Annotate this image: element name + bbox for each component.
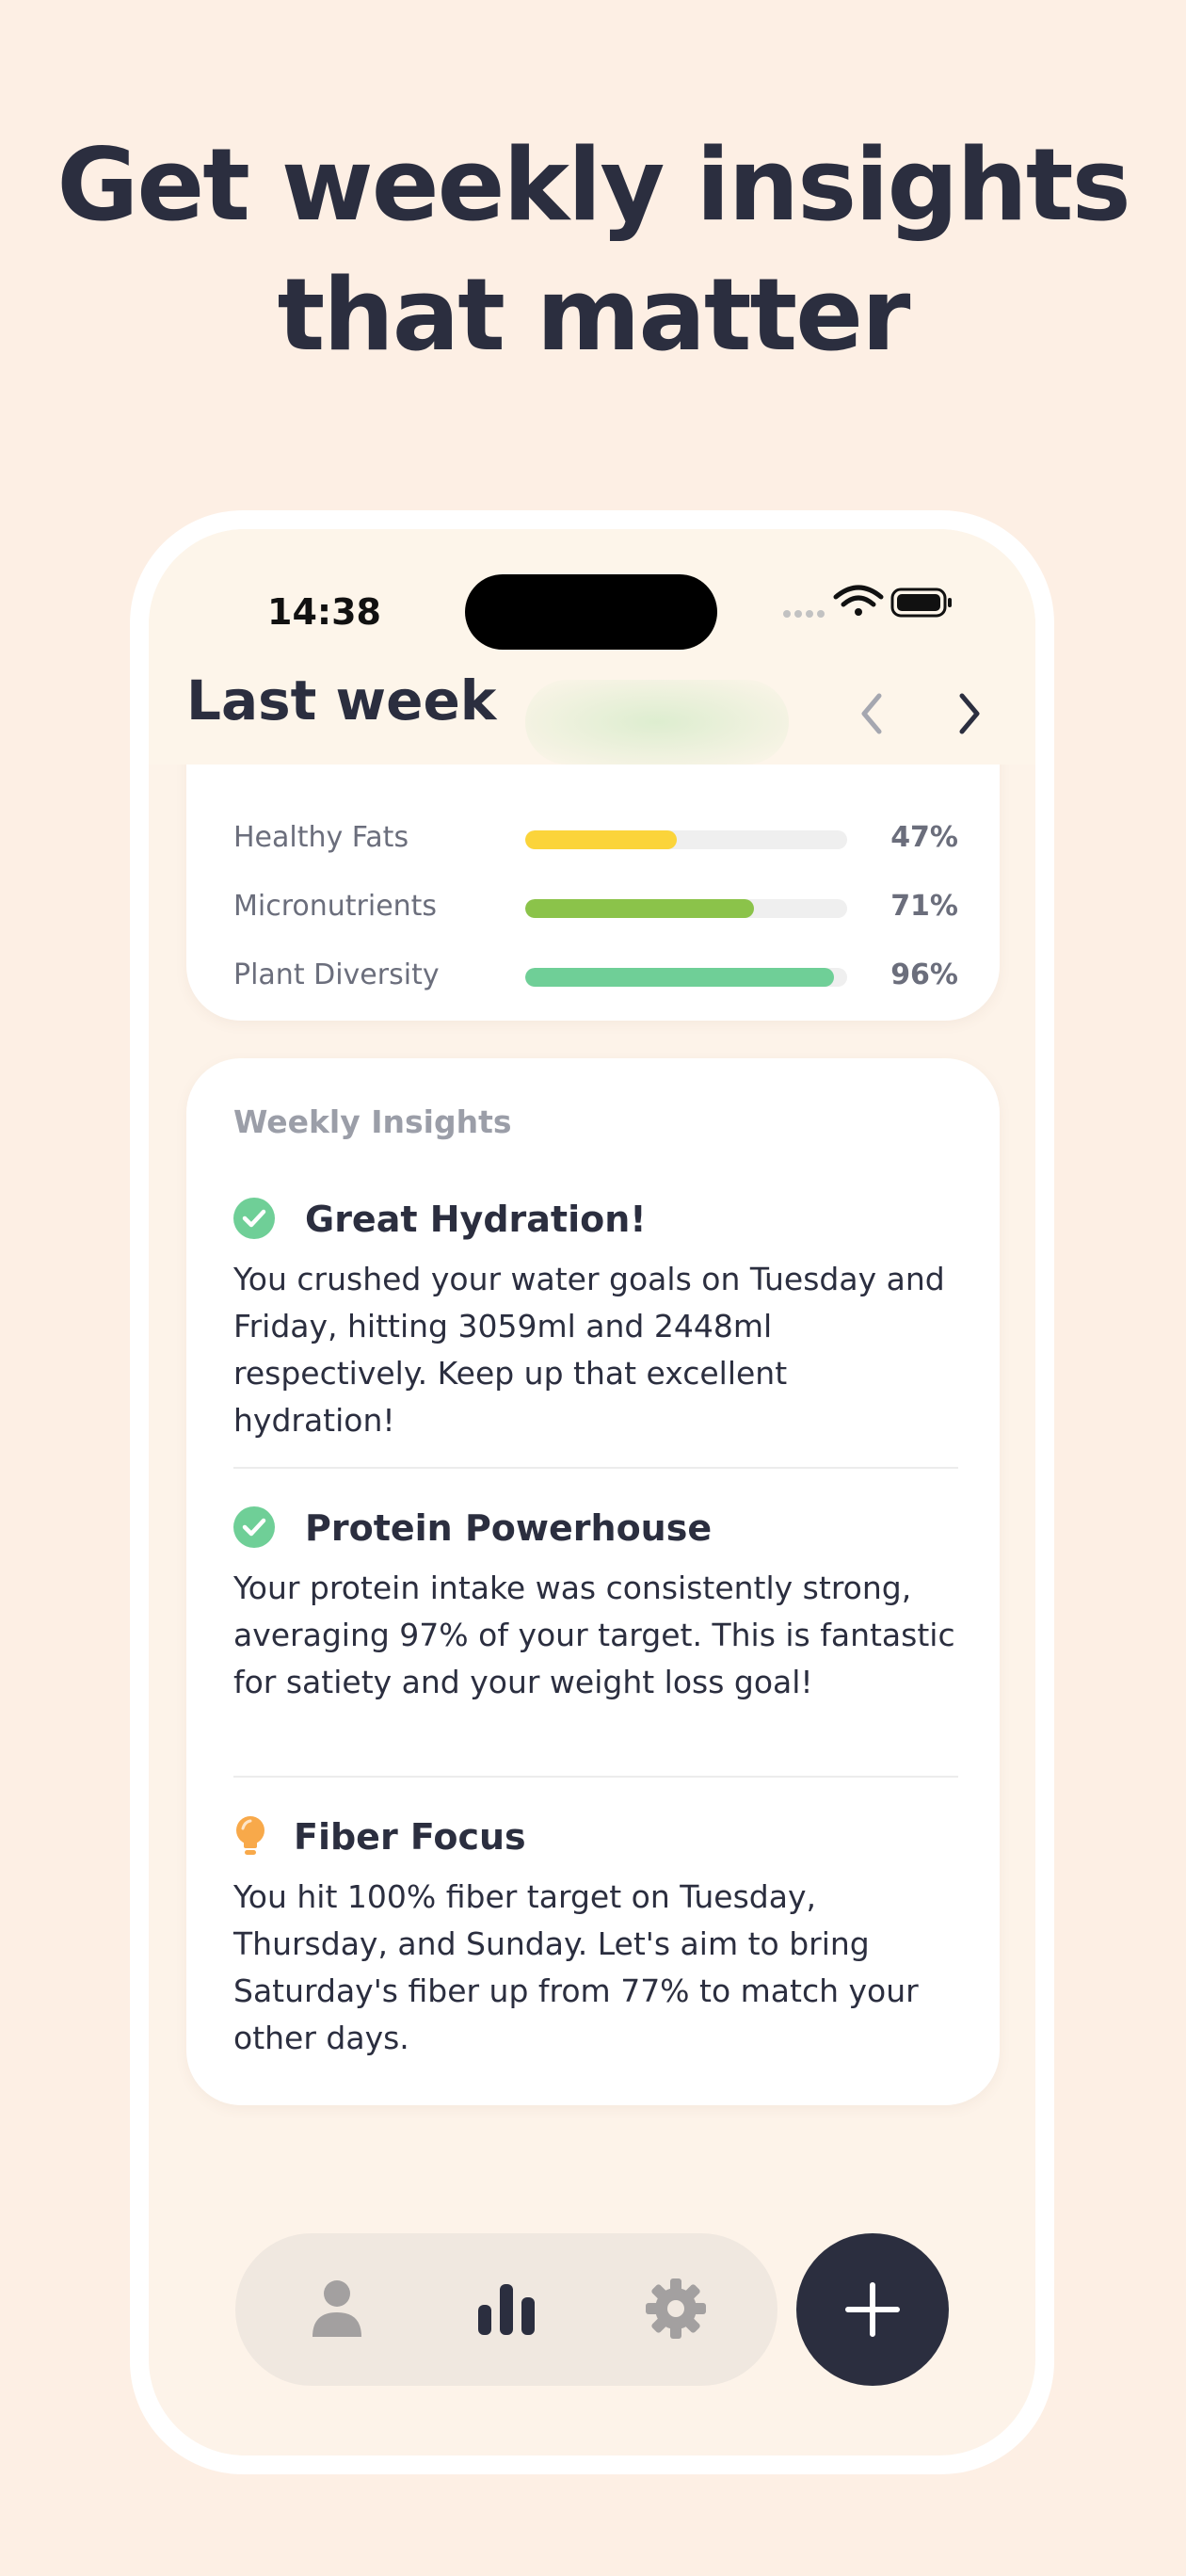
insight-item-protein: Protein Powerhouse Your protein intake w…: [233, 1501, 958, 1706]
battery-icon: [890, 588, 952, 618]
weekly-insights-card: Weekly Insights Great Hydration! You cru…: [186, 1058, 1000, 2105]
insight-body: You hit 100% fiber target on Tuesday, Th…: [233, 1878, 919, 2056]
next-week-button[interactable]: [941, 685, 998, 742]
tab-settings[interactable]: [638, 2271, 713, 2346]
insight-title: Fiber Focus: [294, 1816, 526, 1858]
status-time: 14:38: [267, 591, 381, 633]
page-title: Last week: [186, 668, 497, 733]
score-value: 71%: [890, 890, 958, 923]
score-row-micronutrients: Micronutrients 71%: [233, 888, 958, 926]
insight-item-hydration: Great Hydration! You crushed your water …: [233, 1192, 958, 1444]
score-value: 47%: [890, 821, 958, 854]
score-label: Healthy Fats: [233, 821, 409, 854]
insight-title: Protein Powerhouse: [305, 1507, 713, 1549]
divider: [233, 1776, 958, 1778]
chevron-right-icon: [959, 693, 980, 734]
tab-profile[interactable]: [299, 2271, 375, 2346]
previous-week-button[interactable]: [843, 685, 900, 742]
headline-line-2: that matter: [277, 257, 911, 373]
gear-icon: [646, 2278, 706, 2339]
score-progress-bar: [525, 899, 847, 918]
check-circle-icon: [233, 1506, 275, 1548]
insight-body: You crushed your water goals on Tuesday …: [233, 1261, 945, 1439]
header-glow: [525, 680, 789, 765]
score-row-plant-diversity: Plant Diversity 96%: [233, 957, 958, 994]
status-icons: [783, 585, 952, 618]
check-circle-icon: [233, 1198, 275, 1239]
add-entry-button[interactable]: [796, 2233, 949, 2386]
score-progress-fill: [525, 830, 677, 849]
dynamic-island: [465, 574, 717, 650]
score-progress-bar: [525, 968, 847, 987]
score-row-healthy-fats: Healthy Fats 47%: [233, 819, 958, 857]
chevron-left-icon: [861, 693, 882, 734]
plus-icon: [845, 2282, 900, 2337]
insights-heading: Weekly Insights: [233, 1103, 512, 1140]
insight-body: Your protein intake was consistently str…: [233, 1570, 955, 1700]
page-headline: Get weekly insights that matter: [0, 121, 1186, 380]
tab-insights[interactable]: [469, 2271, 544, 2346]
lightbulb-icon: [236, 1816, 264, 1855]
signal-dots-icon: [783, 610, 825, 618]
wifi-icon: [833, 585, 884, 616]
score-label: Micronutrients: [233, 890, 438, 923]
score-progress-fill: [525, 968, 835, 987]
bar-chart-icon: [478, 2284, 535, 2335]
insight-item-fiber: Fiber Focus You hit 100% fiber target on…: [233, 1810, 958, 2062]
score-progress-fill: [525, 899, 754, 918]
score-label: Plant Diversity: [233, 958, 440, 991]
bottom-tab-bar: [235, 2233, 777, 2386]
app-screen: Healthy Fats 47% Micronutrients 71% Plan…: [149, 529, 1035, 2455]
score-progress-bar: [525, 830, 847, 849]
divider: [233, 1467, 958, 1469]
phone-frame: Healthy Fats 47% Micronutrients 71% Plan…: [130, 510, 1054, 2474]
person-icon: [313, 2280, 361, 2337]
insight-title: Great Hydration!: [305, 1199, 647, 1240]
headline-line-1: Get weekly insights: [56, 127, 1130, 243]
score-value: 96%: [890, 958, 958, 991]
